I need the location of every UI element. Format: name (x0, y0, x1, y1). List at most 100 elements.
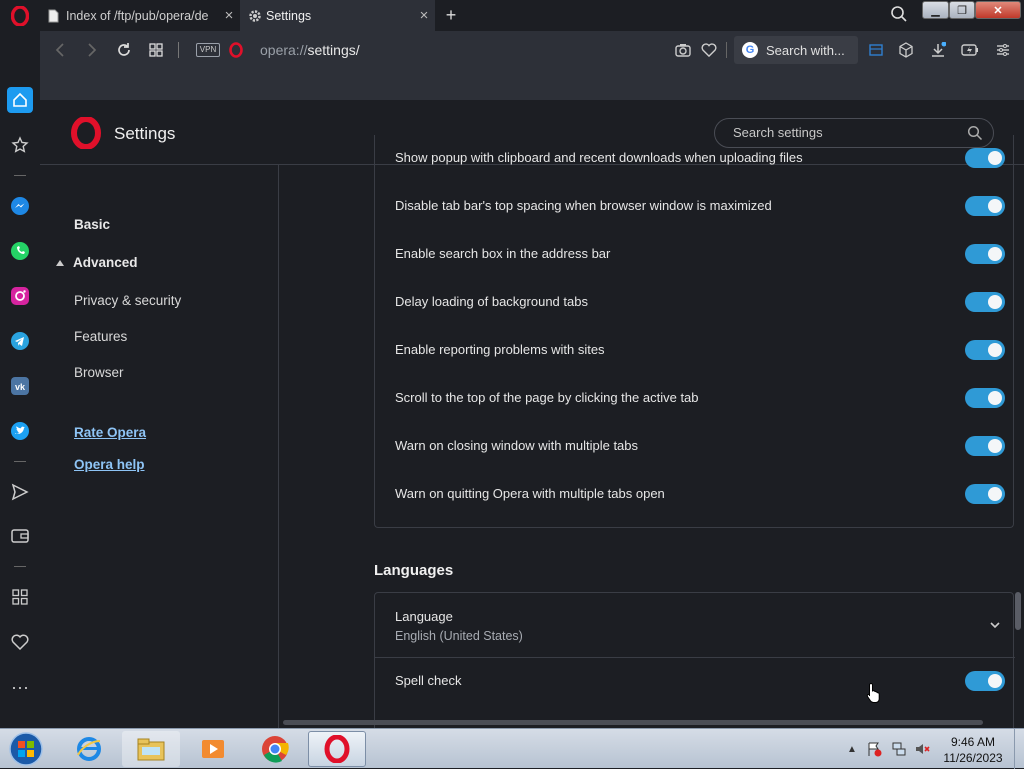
setting-label: Warn on closing window with multiple tab… (395, 438, 639, 453)
cube-3d-icon[interactable] (896, 40, 916, 60)
telegram-icon[interactable] (7, 328, 33, 354)
chrome-taskbar-icon[interactable] (246, 731, 304, 767)
twitter-icon[interactable] (7, 418, 33, 444)
gear-icon (248, 9, 261, 23)
network-icon[interactable] (891, 741, 907, 757)
start-button[interactable] (3, 730, 49, 768)
opera-logo-icon (11, 5, 29, 26)
forward-arrow-icon[interactable] (82, 40, 102, 60)
setting-toggle[interactable] (965, 340, 1005, 360)
setting-toggle[interactable] (965, 196, 1005, 216)
maximize-button[interactable]: ❐ (949, 1, 975, 19)
languages-heading: Languages (374, 562, 454, 579)
tab-search-icon[interactable] (890, 5, 910, 25)
tab-snapshot-grid-icon[interactable] (146, 40, 166, 60)
vertical-scrollbar[interactable] (1015, 592, 1021, 630)
opera-help-link[interactable]: Opera help (74, 457, 145, 472)
languages-card: Language English (United States) Spell c… (374, 592, 1015, 728)
setting-toggle[interactable] (965, 292, 1005, 312)
rate-opera-link[interactable]: Rate Opera (74, 425, 146, 440)
google-icon: G (742, 42, 758, 58)
setting-label: Warn on quitting Opera with multiple tab… (395, 486, 665, 501)
vpn-badge[interactable]: VPN (196, 43, 220, 57)
downloads-icon[interactable] (928, 40, 948, 60)
nav-features[interactable]: Features (74, 329, 127, 344)
setting-label: Enable search box in the address bar (395, 246, 611, 261)
sidebar-divider (14, 566, 26, 567)
minimize-button[interactable]: ▁ (922, 1, 949, 19)
settings-content: Show popup with clipboard and recent dow… (374, 135, 1015, 728)
setting-toggle[interactable] (965, 148, 1005, 168)
advanced-browser-card: Show popup with clipboard and recent dow… (374, 135, 1014, 528)
language-value: English (United States) (395, 629, 523, 643)
collapse-arrow-icon[interactable] (56, 260, 64, 266)
internet-explorer-taskbar-icon[interactable] (60, 731, 118, 767)
whatsapp-icon[interactable] (7, 238, 33, 264)
search-engine-box[interactable]: G Search with... (734, 36, 858, 64)
opera-sidebar: vk ··· (0, 31, 40, 728)
setting-label: Scroll to the top of the page by clickin… (395, 390, 699, 405)
tray-expand-icon[interactable]: ▲ (844, 741, 860, 757)
clock-date: 11/26/2023 (943, 751, 1003, 765)
close-tab-icon[interactable]: × (413, 7, 435, 24)
opera-menu-button[interactable] (0, 0, 40, 31)
volume-muted-icon[interactable] (914, 741, 930, 757)
file-explorer-taskbar-icon[interactable] (122, 731, 180, 767)
setting-toggle[interactable] (965, 244, 1005, 264)
nav-browser[interactable]: Browser (74, 365, 124, 380)
setting-toggle[interactable] (965, 484, 1005, 504)
action-center-flag-icon[interactable] (866, 741, 882, 757)
tab-settings[interactable]: Settings × (240, 0, 435, 31)
pinboards-icon[interactable] (7, 132, 33, 158)
more-options-icon[interactable]: ··· (7, 674, 33, 700)
messenger-icon[interactable] (7, 193, 33, 219)
setting-toggle[interactable] (965, 388, 1005, 408)
setting-row: Delay loading of background tabs (375, 279, 1015, 327)
battery-saver-icon[interactable] (960, 40, 980, 60)
heart-icon[interactable] (7, 629, 33, 655)
search-with-label: Search with... (766, 42, 845, 58)
instagram-icon[interactable] (7, 283, 33, 309)
url-path: settings/ (307, 42, 360, 58)
horizontal-scrollbar[interactable] (283, 720, 983, 725)
language-select-row[interactable]: Language English (United States) (375, 593, 1015, 658)
spell-check-toggle[interactable] (965, 671, 1005, 691)
setting-row: Disable tab bar's top spacing when brows… (375, 183, 1015, 231)
close-window-button[interactable]: ✕ (975, 1, 1021, 19)
camera-snapshot-icon[interactable] (673, 40, 693, 60)
send-icon[interactable] (7, 479, 33, 505)
media-player-taskbar-icon[interactable] (184, 731, 242, 767)
hand-pointer-cursor-icon (866, 682, 880, 703)
url-scheme: opera:// (260, 42, 308, 58)
show-desktop-button[interactable] (1014, 729, 1024, 769)
setting-toggle[interactable] (965, 436, 1005, 456)
setting-label: Disable tab bar's top spacing when brows… (395, 198, 772, 213)
system-clock[interactable]: 9:46 AM 11/26/2023 (936, 734, 1010, 766)
close-tab-icon[interactable]: × (218, 7, 240, 24)
speed-dial-home-icon[interactable] (7, 87, 33, 113)
clock-time: 9:46 AM (950, 735, 996, 749)
language-label: Language (395, 609, 453, 624)
tab-islands-icon[interactable] (866, 40, 886, 60)
address-divider (178, 42, 179, 58)
new-tab-button[interactable]: + (440, 4, 462, 26)
windows-logo-icon (9, 732, 43, 766)
sidebar-divider (14, 175, 26, 176)
back-arrow-icon[interactable] (50, 40, 70, 60)
setting-row: Scroll to the top of the page by clickin… (375, 375, 1015, 423)
tab-bar: Index of /ftp/pub/opera/de × Settings × … (0, 0, 1024, 31)
nav-advanced[interactable]: Advanced (73, 255, 138, 270)
extensions-grid-icon[interactable] (7, 584, 33, 610)
tab-title: Index of /ftp/pub/opera/de (66, 8, 209, 23)
wallet-icon[interactable] (7, 523, 33, 549)
vk-icon[interactable]: vk (7, 373, 33, 399)
nav-basic[interactable]: Basic (74, 217, 110, 232)
reload-icon[interactable] (114, 40, 134, 60)
spell-check-label: Spell check (395, 673, 462, 688)
nav-privacy-security[interactable]: Privacy & security (74, 293, 181, 308)
url-field[interactable]: opera://settings/ (260, 42, 360, 58)
easy-setup-icon[interactable] (993, 40, 1013, 60)
bookmark-heart-icon[interactable] (699, 40, 719, 60)
tab-ftp-index[interactable]: Index of /ftp/pub/opera/de × (40, 0, 240, 31)
opera-taskbar-icon[interactable] (308, 731, 366, 767)
